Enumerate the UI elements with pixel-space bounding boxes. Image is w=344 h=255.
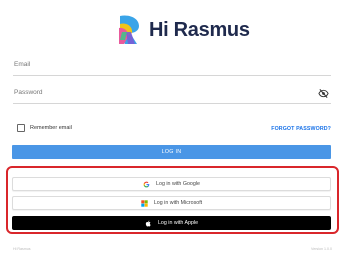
apple-login-label: Log in with Apple bbox=[157, 220, 199, 226]
eye-off-icon[interactable] bbox=[318, 88, 329, 99]
footer-version: Version 1.0.0 bbox=[311, 247, 332, 251]
password-input[interactable] bbox=[13, 86, 331, 103]
remember-email-label: Remember email bbox=[30, 125, 72, 131]
microsoft-login-label: Log in with Microsoft bbox=[153, 200, 203, 206]
remember-email-checkbox[interactable] bbox=[17, 124, 25, 132]
email-input[interactable] bbox=[13, 58, 331, 75]
google-icon bbox=[143, 181, 150, 187]
microsoft-login-button[interactable]: Log in with Microsoft bbox=[12, 196, 331, 210]
hi-rasmus-logo-icon bbox=[119, 15, 139, 44]
microsoft-icon bbox=[141, 199, 148, 207]
remember-email[interactable]: Remember email bbox=[17, 124, 72, 132]
password-field[interactable]: Password bbox=[13, 86, 331, 104]
google-login-label: Log in with Google bbox=[156, 181, 200, 187]
forgot-password-link[interactable]: FORGOT PASSWORD? bbox=[271, 126, 331, 132]
brand-name: Hi Rasmus bbox=[149, 18, 250, 41]
email-field[interactable]: Email bbox=[13, 58, 331, 76]
brand-header: Hi Rasmus bbox=[117, 13, 250, 47]
login-button[interactable]: LOG IN bbox=[12, 145, 331, 159]
apple-icon bbox=[145, 220, 151, 226]
google-login-button[interactable]: Log in with Google bbox=[12, 177, 331, 191]
apple-login-button[interactable]: Log in with Apple bbox=[12, 216, 331, 230]
footer-left-text: Hi Rasmus bbox=[13, 247, 31, 251]
